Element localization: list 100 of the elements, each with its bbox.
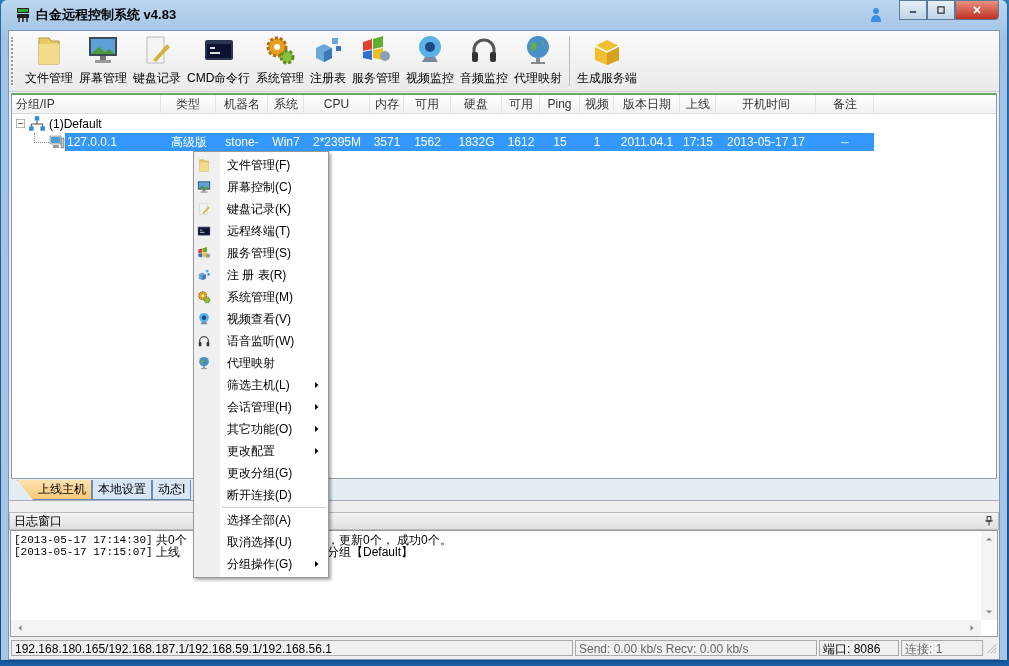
headphones-icon [196, 334, 211, 348]
webcam-icon [196, 312, 211, 326]
table-cell: 3571 [370, 133, 404, 151]
toolbar-button[interactable]: CMD命令行 [184, 34, 254, 89]
menu-item[interactable]: 分组操作(G) [194, 553, 328, 575]
traffic-status: Send: 0.00 kb/s Recv: 0.00 kb/s [575, 640, 817, 656]
table-cell: 2013-05-17 17 [716, 133, 816, 151]
log-title: 日志窗口 [14, 512, 62, 530]
log-message: 上线 [156, 546, 180, 558]
menu-item[interactable]: 远程终端(T) [194, 220, 328, 242]
menu-item[interactable]: 其它功能(O) [194, 418, 328, 440]
network-icon [28, 114, 46, 133]
toolbar-button[interactable]: 视频监控 [403, 34, 458, 89]
menu-item[interactable]: 更改分组(G) [194, 462, 328, 484]
right-arrow-icon [968, 624, 976, 632]
toolbar-button[interactable]: 文件管理 [22, 34, 76, 89]
toolbar-button[interactable]: 屏幕管理 [76, 34, 130, 89]
gears-icon [264, 34, 297, 66]
column-header[interactable]: 硬盘 [451, 95, 502, 113]
tab[interactable]: 上线主机 [17, 480, 92, 500]
toolbar-button[interactable]: 系统管理 [253, 34, 308, 89]
monitor-icon [196, 180, 211, 194]
toolbar-button[interactable]: 服务管理 [349, 34, 404, 89]
port-status: 端口: 8086 [819, 640, 899, 656]
toolbar-button[interactable]: 代理映射 [511, 34, 566, 89]
collapse-icon[interactable] [16, 119, 25, 128]
menu-item[interactable]: 语音监听(W) [194, 330, 328, 352]
toolbar-button[interactable]: 生成服务端 [574, 34, 641, 89]
column-header[interactable]: 备注 [816, 95, 874, 113]
column-header[interactable]: 视频 [580, 95, 614, 113]
table-cell: 1612 [502, 133, 540, 151]
toolbar-button[interactable]: 键盘记录 [130, 34, 184, 89]
pin-icon[interactable] [984, 516, 994, 526]
computer-icon [49, 134, 65, 150]
column-header[interactable]: 内存 [370, 95, 404, 113]
table-cell: 2*2395M [304, 133, 370, 151]
table-cell: stone- [216, 133, 268, 151]
menu-item[interactable]: 断开连接(D) [194, 484, 328, 506]
column-header[interactable]: CPU [304, 95, 370, 113]
notepad-icon [196, 202, 211, 216]
maximize-icon [936, 5, 946, 15]
menu-item[interactable]: 代理映射 [194, 352, 328, 374]
menu-item[interactable]: 更改配置 [194, 440, 328, 462]
menu-item[interactable]: 注 册 表(R) [194, 264, 328, 286]
menu-item[interactable]: 筛选主机(L) [194, 374, 328, 396]
menu-item[interactable]: 服务管理(S) [194, 242, 328, 264]
down-arrow-icon [985, 608, 993, 616]
column-header[interactable]: 可用 [404, 95, 451, 113]
column-header[interactable]: 可用 [502, 95, 540, 113]
close-button[interactable] [955, 0, 999, 20]
menu-item[interactable]: 文件管理(F) [194, 154, 328, 176]
left-arrow-icon [16, 624, 24, 632]
table-cell: 15 [540, 133, 580, 151]
table-cell: 1832G [451, 133, 502, 151]
table-cell: 1562 [404, 133, 451, 151]
menu-item[interactable]: 选择全部(A) [194, 509, 328, 531]
window-title: 白金远程控制系统 v4.83 [36, 6, 177, 24]
tab[interactable]: 动态I [152, 480, 192, 500]
group-label[interactable]: (1)Default [49, 116, 102, 131]
minimize-button[interactable] [899, 0, 927, 20]
vertical-scrollbar[interactable] [981, 531, 997, 620]
column-header[interactable]: 版本日期 [614, 95, 680, 113]
column-header[interactable]: 开机时间 [716, 95, 816, 113]
column-header[interactable]: 类型 [161, 95, 216, 113]
column-header[interactable]: 上线 [680, 95, 716, 113]
toolbar-button[interactable]: 音频监控 [457, 34, 512, 89]
table-cell: 1 [580, 133, 614, 151]
menu-item[interactable]: 系统管理(M) [194, 286, 328, 308]
column-header[interactable]: 机器名 [216, 95, 268, 113]
column-header[interactable]: 分组/IP [12, 95, 161, 113]
terminal-icon [196, 224, 211, 238]
cubes-icon [196, 268, 211, 282]
gears-icon [196, 290, 211, 304]
log-time: [2013-05-17 17:15:07] [14, 546, 154, 558]
connection-status: 连接: 1 [901, 640, 983, 656]
table-cell: 2011.04.1 [614, 133, 680, 151]
up-arrow-icon [985, 535, 993, 543]
table-cell: Win7 [268, 133, 304, 151]
table-cell: -- [816, 133, 874, 151]
menu-item[interactable]: 取消选择(U) [194, 531, 328, 553]
tab[interactable]: 本地设置 [92, 480, 152, 500]
maximize-button[interactable] [927, 0, 955, 20]
windows-flag-icon [196, 246, 211, 260]
menu-item[interactable]: 会话管理(H) [194, 396, 328, 418]
toolbar-button[interactable]: 注册表 [307, 34, 350, 89]
table-cell: 高级版 [161, 133, 216, 151]
horizontal-scrollbar[interactable] [11, 620, 981, 636]
monitor-icon [87, 34, 119, 66]
resize-grip-icon[interactable] [985, 642, 997, 654]
menu-item[interactable]: 视频查看(V) [194, 308, 328, 330]
globe-icon [196, 356, 211, 370]
menu-item[interactable]: 屏幕控制(C) [194, 176, 328, 198]
figure-icon [868, 7, 884, 23]
column-header[interactable]: 系统 [268, 95, 304, 113]
log-message: ，更新0个， 成功0个。 [327, 534, 452, 546]
app-icon [15, 7, 31, 23]
log-message: 共0个 [156, 534, 187, 546]
column-header[interactable]: Ping [540, 95, 580, 113]
menu-item[interactable]: 键盘记录(K) [194, 198, 328, 220]
address-status: 192.168.180.165/192.168.187.1/192.168.59.1/192.168.56.1 [11, 640, 573, 656]
